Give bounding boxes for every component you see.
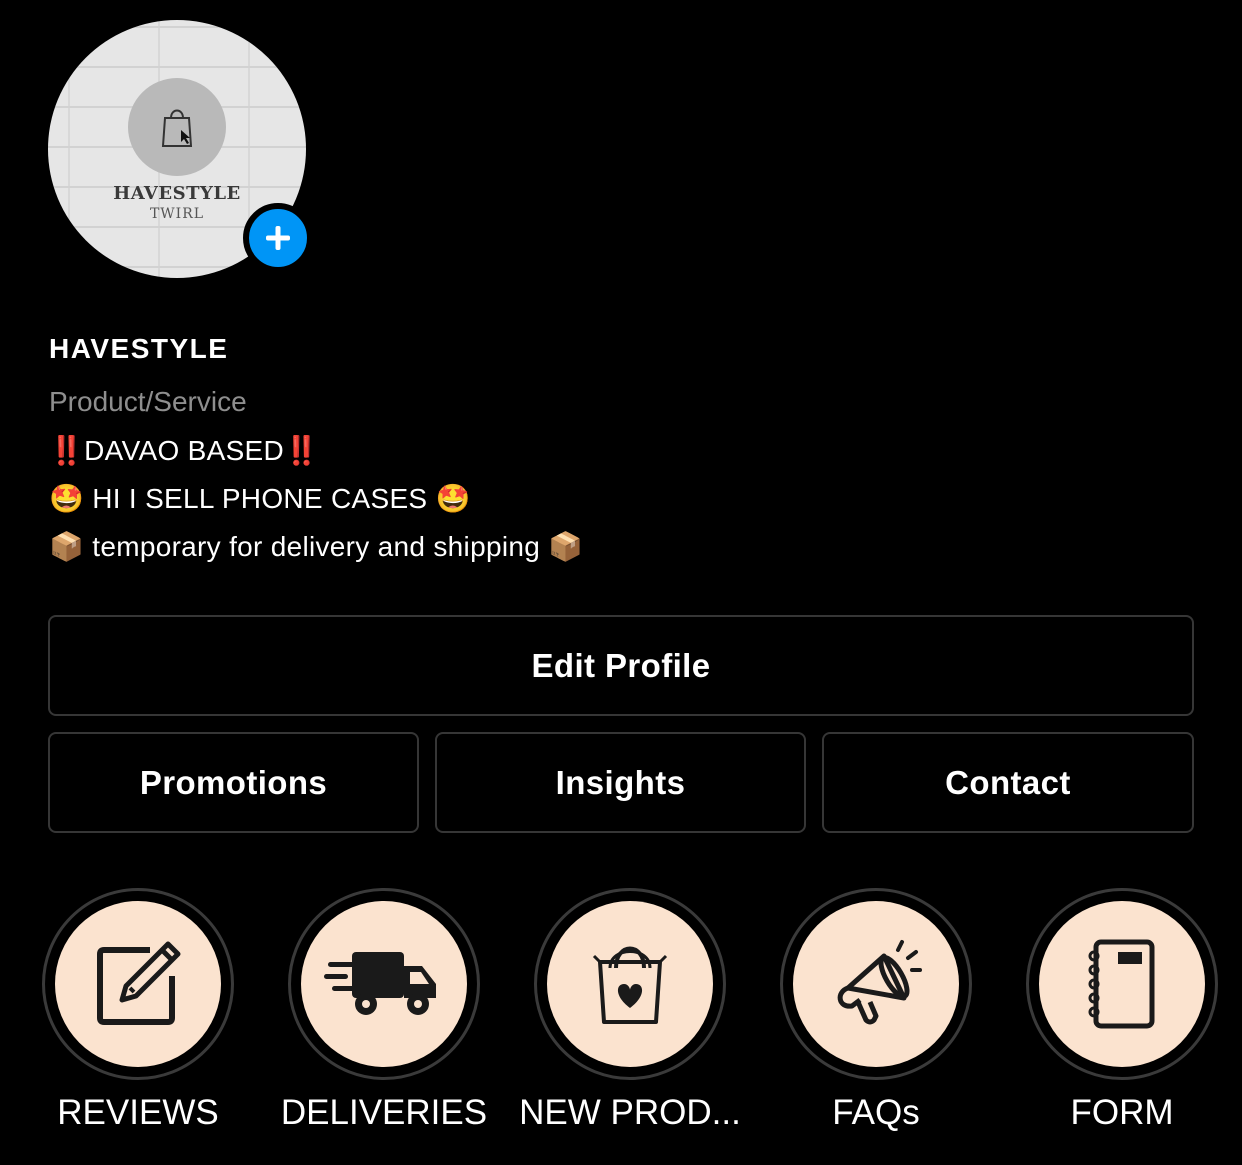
highlight-label: NEW PROD... <box>519 1093 741 1132</box>
highlight-reviews[interactable]: REVIEWS <box>15 888 261 1138</box>
shopping-bag-logo-icon <box>128 78 226 176</box>
highlight-label: FORM <box>1070 1093 1174 1132</box>
delivery-truck-icon <box>324 952 436 1015</box>
avatar-brand-text: HAVESTYLE <box>113 183 241 204</box>
contact-button[interactable]: Contact <box>822 732 1194 833</box>
megaphone-icon <box>837 940 922 1025</box>
promotions-button[interactable]: Promotions <box>48 732 419 833</box>
add-story-button[interactable] <box>243 203 313 273</box>
profile-category: Product/Service <box>49 386 247 417</box>
highlight-label: FAQs <box>832 1093 920 1132</box>
edit-profile-button[interactable]: Edit Profile <box>48 615 1194 716</box>
notebook-icon <box>1088 939 1155 1029</box>
pencil-square-icon <box>97 941 181 1025</box>
shopping-bag-heart-icon <box>592 946 668 1024</box>
bio-line: 📦 temporary for delivery and shipping 📦 <box>49 531 584 562</box>
highlight-ring <box>780 888 972 1080</box>
highlight-ring <box>42 888 234 1080</box>
highlight-form[interactable]: FORM <box>999 888 1242 1138</box>
bio-line: ‼️DAVAO BASED‼️ <box>49 435 320 466</box>
insights-button[interactable]: Insights <box>435 732 806 833</box>
highlight-ring <box>1026 888 1218 1080</box>
bio-line: 🤩 HI I SELL PHONE CASES 🤩 <box>49 483 471 514</box>
highlight-label: DELIVERIES <box>280 1093 488 1132</box>
highlight-new-products[interactable]: NEW PROD... <box>507 888 753 1138</box>
highlight-deliveries[interactable]: DELIVERIES <box>261 888 507 1138</box>
highlight-ring <box>288 888 480 1080</box>
highlight-faqs[interactable]: FAQs <box>753 888 999 1138</box>
profile-username: HAVESTYLE <box>49 333 229 364</box>
plus-icon <box>266 226 290 250</box>
highlight-label: REVIEWS <box>57 1093 219 1132</box>
highlight-ring <box>534 888 726 1080</box>
